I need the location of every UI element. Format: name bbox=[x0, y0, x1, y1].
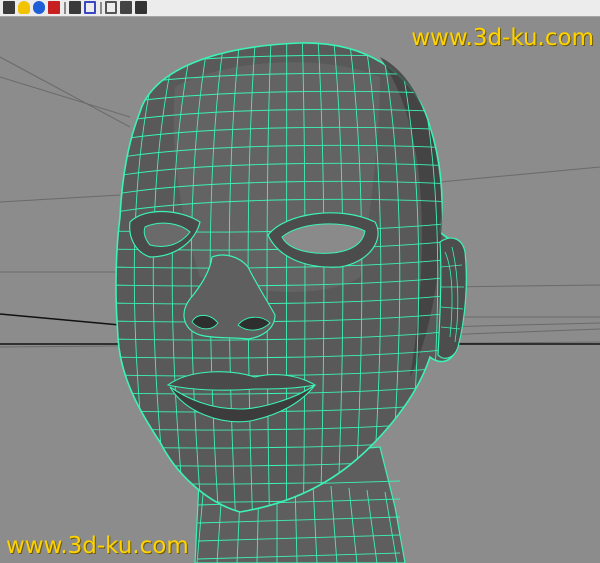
render-icon[interactable] bbox=[69, 1, 81, 14]
light-bulb-icon[interactable] bbox=[18, 1, 30, 14]
toolbar-separator bbox=[64, 2, 66, 14]
toolbar bbox=[0, 0, 600, 17]
red-cube-icon[interactable] bbox=[48, 1, 60, 14]
grid-icon[interactable] bbox=[120, 1, 132, 14]
toolbar-separator bbox=[100, 2, 102, 14]
brush-icon[interactable] bbox=[135, 1, 147, 14]
3d-viewport[interactable]: www.3d-ku.com www.3d-ku.com bbox=[0, 17, 600, 563]
watermark-bottom: www.3d-ku.com bbox=[6, 533, 189, 559]
viewport-scene[interactable] bbox=[0, 17, 600, 563]
watermark-top: www.3d-ku.com bbox=[411, 25, 594, 51]
select-tool-icon[interactable] bbox=[3, 1, 15, 14]
frame-icon[interactable] bbox=[84, 1, 96, 14]
wire-cube-icon[interactable] bbox=[105, 1, 117, 14]
sphere-icon[interactable] bbox=[33, 1, 45, 14]
